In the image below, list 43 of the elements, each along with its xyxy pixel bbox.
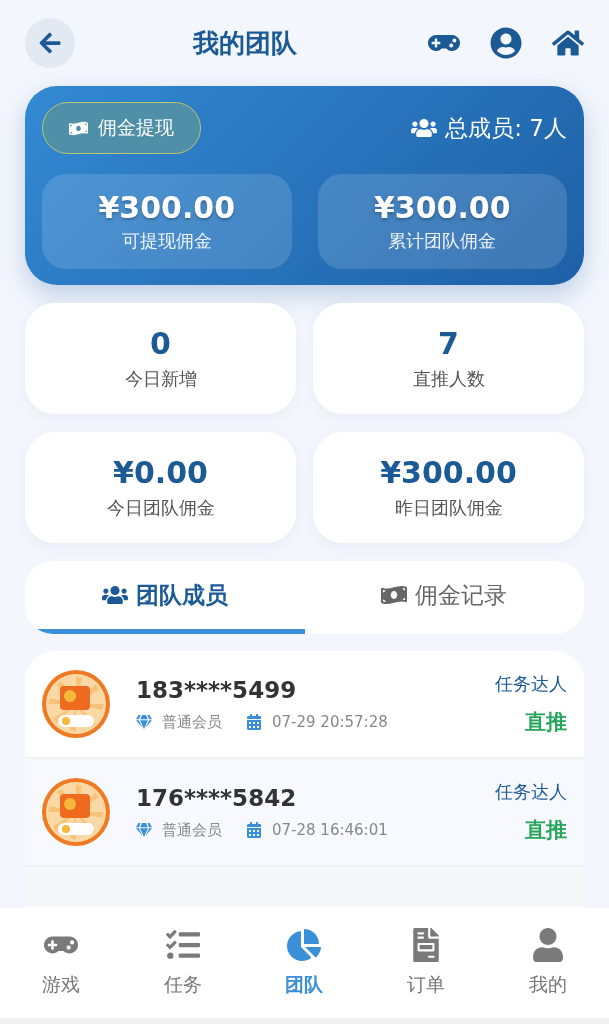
nav-item[interactable]: 订单 bbox=[365, 928, 488, 998]
user-icon bbox=[531, 928, 566, 962]
tab[interactable]: 佣金记录 bbox=[304, 561, 584, 634]
gem-icon bbox=[136, 822, 152, 838]
pie-chart-icon bbox=[287, 928, 322, 962]
checklist-icon bbox=[165, 928, 200, 962]
withdraw-button[interactable]: 佣金提现 bbox=[42, 102, 201, 154]
page-title: 我的团队 bbox=[193, 26, 298, 60]
member-level: 普通会员 bbox=[162, 712, 222, 732]
calendar-icon bbox=[246, 714, 262, 730]
balance-amount: ¥300.00 bbox=[98, 190, 236, 225]
total-members: 总成员: 7人 bbox=[445, 113, 567, 143]
member-title: 任务达人 bbox=[495, 672, 567, 696]
nav-item[interactable]: 我的 bbox=[487, 928, 609, 998]
relation-label: 直推 bbox=[525, 709, 567, 736]
user-icon[interactable] bbox=[490, 27, 522, 59]
stat-value: 0 bbox=[150, 326, 171, 361]
member-level: 普通会员 bbox=[162, 820, 222, 840]
balance-amount: ¥300.00 bbox=[373, 190, 511, 225]
nav-item[interactable]: 任务 bbox=[121, 928, 244, 998]
stat-label: 直推人数 bbox=[412, 367, 485, 391]
stat-label: 昨日团队佣金 bbox=[394, 496, 503, 520]
member-phone: 176****5842 bbox=[136, 784, 298, 811]
stat-label: 今日新增 bbox=[124, 367, 197, 391]
tab[interactable]: 团队成员 bbox=[25, 561, 305, 634]
join-time: 07-29 20:57:28 bbox=[272, 713, 388, 731]
balance-label: 可提现佣金 bbox=[121, 229, 212, 253]
nav-item[interactable]: 团队 bbox=[243, 928, 366, 998]
stat-value: ¥300.00 bbox=[380, 455, 517, 490]
relation-label: 直推 bbox=[525, 817, 567, 844]
gem-icon bbox=[136, 714, 152, 730]
nav-item[interactable]: 游戏 bbox=[0, 928, 122, 998]
member-row[interactable]: 176****5842 普通会员 07-28 16:46:01 任务达人 直推 bbox=[25, 759, 584, 867]
stat-value: 7 bbox=[438, 326, 459, 361]
calendar-icon bbox=[246, 822, 262, 838]
member-title: 任务达人 bbox=[495, 780, 567, 804]
back-arrow-icon bbox=[38, 31, 62, 55]
member-phone: 183****5499 bbox=[136, 676, 298, 703]
stat-label: 今日团队佣金 bbox=[106, 496, 215, 520]
balance-label: 累计团队佣金 bbox=[388, 229, 497, 253]
join-time: 07-28 16:46:01 bbox=[272, 821, 388, 839]
back-button[interactable] bbox=[25, 18, 75, 68]
stat-value: ¥0.00 bbox=[113, 455, 208, 490]
